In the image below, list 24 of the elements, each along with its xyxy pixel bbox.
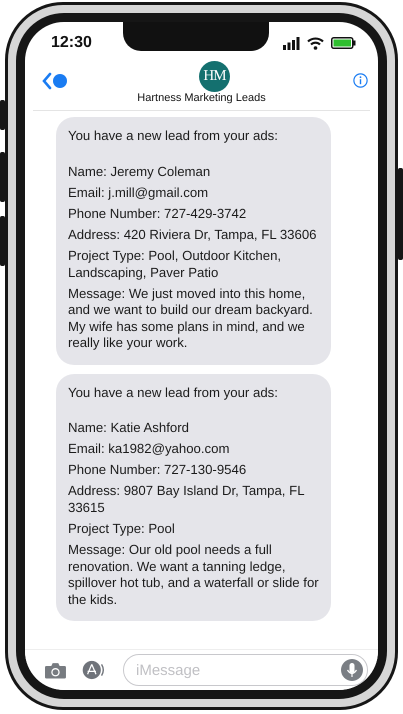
contact-name: Hartness Marketing Leads bbox=[136, 92, 267, 104]
microphone-icon[interactable] bbox=[341, 659, 363, 681]
info-icon[interactable] bbox=[353, 73, 368, 88]
message-text: Email: j.mill@gmail.com bbox=[68, 184, 210, 202]
message-text: Message: Our old pool needs a full renovation. We want a tanning ledge, spillover hot tub, and a waterfall or slide for the kids. bbox=[68, 542, 320, 609]
message-text: Address: 9807 Bay Island Dr, Tampa, FL 33615 bbox=[68, 483, 306, 517]
message-text: You have a new lead from your ads: bbox=[68, 128, 279, 145]
battery-icon bbox=[331, 37, 356, 49]
message-text: You have a new lead from your ads: bbox=[68, 384, 279, 402]
signal-icon bbox=[283, 36, 300, 50]
status-time: 12:30 bbox=[51, 34, 92, 52]
message-text: Phone Number: 727-130-9546 bbox=[68, 462, 248, 479]
message-text: Message: We just moved into this home, and we want to build our dream backyard. My wife has some plans in mind, and we really like your work. bbox=[68, 286, 314, 352]
message-field[interactable]: iMessage bbox=[123, 654, 368, 686]
message-text: Phone Number: 727-429-3742 bbox=[68, 206, 248, 222]
message-text: Name: Katie Ashford bbox=[68, 420, 190, 437]
message-text: Project Type: Pool, Outdoor Kitchen, Landscaping, Paver Patio bbox=[68, 248, 282, 282]
message-text: Project Type: Pool bbox=[68, 521, 176, 538]
message-text: Name: Jeremy Coleman bbox=[68, 164, 212, 180]
message-text: Email: ka1982@yahoo.com bbox=[68, 441, 230, 458]
contact-logo: HM bbox=[199, 61, 230, 92]
wifi-icon bbox=[307, 36, 324, 50]
back-button[interactable] bbox=[42, 72, 68, 90]
message-text: Address: 420 Riviera Dr, Tampa, FL 33606 bbox=[68, 226, 318, 244]
